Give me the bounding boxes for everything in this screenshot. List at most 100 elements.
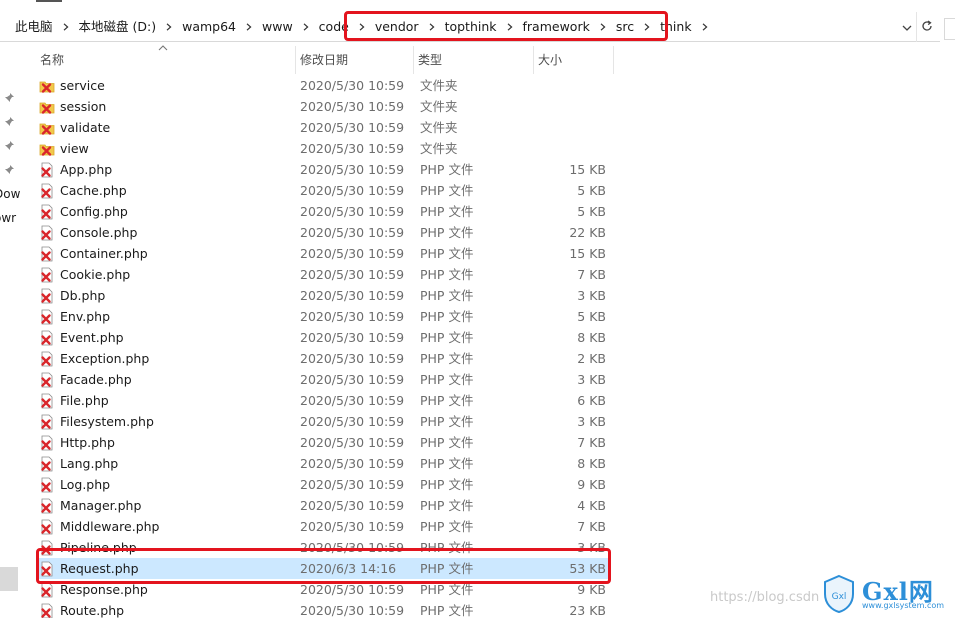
file-type: PHP 文件 bbox=[420, 582, 474, 597]
breadcrumb-root-chevron-icon[interactable] bbox=[0, 16, 10, 38]
file-modified-date: 2020/5/30 10:59 bbox=[300, 456, 405, 471]
breadcrumb-item[interactable]: src bbox=[611, 16, 639, 38]
file-name: service bbox=[60, 78, 105, 93]
folder-row[interactable]: service 2020/5/30 10:59 文件夹 bbox=[36, 75, 611, 96]
chevron-right-icon[interactable] bbox=[298, 16, 314, 38]
svg-text:Gxl: Gxl bbox=[832, 592, 847, 602]
file-type: PHP 文件 bbox=[420, 519, 474, 534]
file-row[interactable]: Lang.php 2020/5/30 10:59 PHP 文件 8 KB bbox=[36, 453, 611, 474]
file-row[interactable]: Http.php 2020/5/30 10:59 PHP 文件 7 KB bbox=[36, 432, 611, 453]
file-type: PHP 文件 bbox=[420, 204, 474, 219]
file-row[interactable]: Db.php 2020/5/30 10:59 PHP 文件 3 KB bbox=[36, 285, 611, 306]
file-name: Filesystem.php bbox=[60, 414, 154, 429]
column-header-date[interactable]: 修改日期 bbox=[296, 46, 414, 74]
file-size: 9 KB bbox=[577, 582, 606, 597]
breadcrumb-item[interactable]: vendor bbox=[370, 16, 424, 38]
column-header-size[interactable]: 大小 bbox=[534, 46, 614, 74]
nav-item-selected[interactable] bbox=[0, 567, 18, 591]
file-row[interactable]: Log.php 2020/5/30 10:59 PHP 文件 9 KB bbox=[36, 474, 611, 495]
breadcrumb-item[interactable]: wamp64 bbox=[177, 16, 241, 38]
file-row[interactable]: Console.php 2020/5/30 10:59 PHP 文件 22 KB bbox=[36, 222, 611, 243]
refresh-button[interactable] bbox=[916, 12, 936, 42]
chevron-right-icon[interactable] bbox=[241, 16, 257, 38]
file-row[interactable]: Container.php 2020/5/30 10:59 PHP 文件 15 KB bbox=[36, 243, 611, 264]
file-row[interactable]: Cookie.php 2020/5/30 10:59 PHP 文件 7 KB bbox=[36, 264, 611, 285]
column-header-type[interactable]: 类型 bbox=[414, 46, 534, 74]
breadcrumb-item[interactable]: topthink bbox=[440, 16, 502, 38]
php-file-icon bbox=[39, 432, 55, 453]
file-modified-date: 2020/5/30 10:59 bbox=[300, 582, 405, 597]
pin-icon[interactable] bbox=[3, 116, 15, 128]
breadcrumb-item[interactable]: code bbox=[314, 16, 354, 38]
chevron-right-icon[interactable] bbox=[424, 16, 440, 38]
breadcrumb-item[interactable]: 本地磁盘 (D:) bbox=[74, 16, 162, 38]
file-size: 9 KB bbox=[577, 477, 606, 492]
file-size: 3 KB bbox=[577, 372, 606, 387]
file-row[interactable]: Response.php 2020/5/30 10:59 PHP 文件 9 KB bbox=[36, 579, 611, 600]
php-file-icon bbox=[39, 180, 55, 201]
breadcrumb-item[interactable]: think bbox=[655, 16, 696, 38]
nav-item-downloads-2[interactable]: owr bbox=[0, 211, 16, 225]
file-name: Exception.php bbox=[60, 351, 150, 366]
php-file-icon bbox=[39, 579, 55, 600]
file-row[interactable]: Config.php 2020/5/30 10:59 PHP 文件 5 KB bbox=[36, 201, 611, 222]
address-bar[interactable]: 此电脑 本地磁盘 (D:) wamp64 www code vendor topthink f… bbox=[0, 11, 940, 42]
search-box[interactable] bbox=[944, 18, 955, 40]
chevron-right-icon[interactable] bbox=[58, 16, 74, 38]
php-file-icon bbox=[39, 411, 55, 432]
file-size: 15 KB bbox=[569, 162, 606, 177]
file-row[interactable]: Cache.php 2020/5/30 10:59 PHP 文件 5 KB bbox=[36, 180, 611, 201]
folder-row[interactable]: session 2020/5/30 10:59 文件夹 bbox=[36, 96, 611, 117]
file-row[interactable]: Exception.php 2020/5/30 10:59 PHP 文件 2 KB bbox=[36, 348, 611, 369]
chevron-right-icon[interactable] bbox=[502, 16, 518, 38]
file-type: PHP 文件 bbox=[420, 477, 474, 492]
breadcrumb-item[interactable]: framework bbox=[518, 16, 595, 38]
chevron-right-icon[interactable] bbox=[639, 16, 655, 38]
file-size: 5 KB bbox=[577, 309, 606, 324]
file-row[interactable]: Event.php 2020/5/30 10:59 PHP 文件 8 KB bbox=[36, 327, 611, 348]
file-row[interactable]: Manager.php 2020/5/30 10:59 PHP 文件 4 KB bbox=[36, 495, 611, 516]
file-modified-date: 2020/5/30 10:59 bbox=[300, 330, 405, 345]
chevron-right-icon[interactable] bbox=[595, 16, 611, 38]
folder-row[interactable]: validate 2020/5/30 10:59 文件夹 bbox=[36, 117, 611, 138]
file-row[interactable]: Env.php 2020/5/30 10:59 PHP 文件 5 KB bbox=[36, 306, 611, 327]
chevron-right-icon[interactable] bbox=[354, 16, 370, 38]
file-type: PHP 文件 bbox=[420, 351, 474, 366]
file-row[interactable]: Pipeline.php 2020/5/30 10:59 PHP 文件 3 KB bbox=[36, 537, 611, 558]
file-size: 53 KB bbox=[569, 561, 606, 576]
file-size bbox=[536, 75, 606, 96]
file-row[interactable]: App.php 2020/5/30 10:59 PHP 文件 15 KB bbox=[36, 159, 611, 180]
file-type: PHP 文件 bbox=[420, 267, 474, 282]
window-title-fragment bbox=[36, 0, 62, 3]
file-name: Cookie.php bbox=[60, 267, 131, 282]
file-row[interactable]: Middleware.php 2020/5/30 10:59 PHP 文件 7 KB bbox=[36, 516, 611, 537]
file-row[interactable]: Filesystem.php 2020/5/30 10:59 PHP 文件 3 KB bbox=[36, 411, 611, 432]
file-name: App.php bbox=[60, 162, 113, 177]
file-name: Http.php bbox=[60, 435, 115, 450]
file-size: 7 KB bbox=[577, 519, 606, 534]
pin-icon[interactable] bbox=[3, 140, 15, 152]
file-row[interactable]: Facade.php 2020/5/30 10:59 PHP 文件 3 KB bbox=[36, 369, 611, 390]
breadcrumb-item[interactable]: www bbox=[257, 16, 298, 38]
file-name: Lang.php bbox=[60, 456, 119, 471]
file-name: Console.php bbox=[60, 225, 138, 240]
file-row[interactable]: Route.php 2020/5/30 10:59 PHP 文件 23 KB bbox=[36, 600, 611, 618]
breadcrumb-item[interactable]: 此电脑 bbox=[10, 16, 58, 38]
chevron-right-icon[interactable] bbox=[697, 16, 713, 38]
file-type: PHP 文件 bbox=[420, 246, 474, 261]
file-name: view bbox=[60, 141, 89, 156]
php-file-icon bbox=[39, 453, 55, 474]
address-history-dropdown[interactable] bbox=[898, 12, 916, 42]
file-size: 7 KB bbox=[577, 435, 606, 450]
file-modified-date: 2020/5/30 10:59 bbox=[300, 498, 405, 513]
file-name: Request.php bbox=[60, 561, 139, 576]
folder-row[interactable]: view 2020/5/30 10:59 文件夹 bbox=[36, 138, 611, 159]
chevron-right-icon[interactable] bbox=[161, 16, 177, 38]
file-row[interactable]: Request.php 2020/6/3 14:16 PHP 文件 53 KB bbox=[36, 558, 611, 579]
pin-icon[interactable] bbox=[3, 92, 15, 104]
file-row[interactable]: File.php 2020/5/30 10:59 PHP 文件 6 KB bbox=[36, 390, 611, 411]
nav-item-downloads[interactable]: Dow bbox=[0, 187, 20, 201]
file-type: PHP 文件 bbox=[420, 330, 474, 345]
pin-icon[interactable] bbox=[3, 164, 15, 176]
file-type: PHP 文件 bbox=[420, 162, 474, 177]
